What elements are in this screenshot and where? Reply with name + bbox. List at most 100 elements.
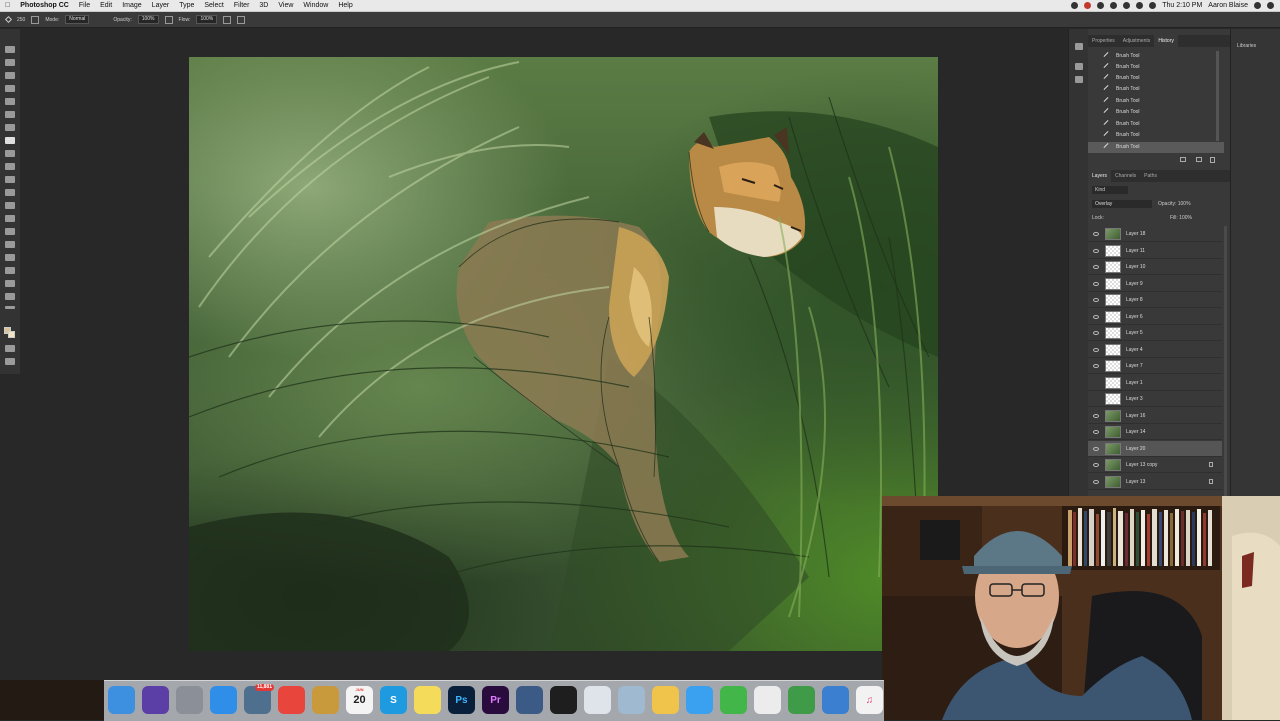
shape-tool-icon[interactable]: [5, 267, 15, 274]
eraser-tool-icon[interactable]: [5, 176, 15, 183]
menu-view[interactable]: View: [273, 0, 298, 11]
tab-layers[interactable]: Layers: [1088, 170, 1112, 182]
layer-row[interactable]: Layer 11: [1088, 243, 1222, 259]
layer-row[interactable]: Layer 4: [1088, 342, 1222, 358]
clock[interactable]: Thu 2:10 PM: [1162, 2, 1202, 9]
history-item[interactable]: Brush Tool: [1088, 62, 1224, 73]
layer-row[interactable]: Layer 7: [1088, 358, 1222, 374]
pressure-size-icon[interactable]: [237, 15, 246, 24]
wifi-icon[interactable]: [1136, 2, 1144, 9]
apple-icon[interactable]: : [0, 0, 15, 11]
itunes-icon[interactable]: ♫: [856, 686, 883, 714]
visibility-eye-icon[interactable]: [1093, 347, 1099, 352]
lasso-tool-icon[interactable]: [5, 72, 15, 79]
path-select-tool-icon[interactable]: [5, 254, 15, 261]
layer-row[interactable]: Layer 14: [1088, 424, 1222, 440]
layer-row[interactable]: Layer 20: [1088, 440, 1222, 457]
layer-row[interactable]: Layer 13 copy: [1088, 457, 1222, 473]
menu-3d[interactable]: 3D: [254, 0, 273, 11]
menu-file[interactable]: File: [74, 0, 95, 11]
user-name[interactable]: Aaron Blaise: [1208, 2, 1248, 9]
background-color-swatch[interactable]: [8, 331, 15, 338]
brush-tool-icon[interactable]: [5, 137, 15, 144]
chrome-icon[interactable]: [278, 686, 305, 714]
battery-icon[interactable]: [1149, 2, 1157, 9]
history-item[interactable]: Brush Tool: [1088, 73, 1224, 84]
camera-app-icon[interactable]: [550, 686, 577, 714]
notification-center-icon[interactable]: [1267, 2, 1274, 9]
image-capture-icon[interactable]: [618, 686, 645, 714]
layer-row[interactable]: Layer 13: [1088, 474, 1222, 490]
menu-type[interactable]: Type: [174, 0, 199, 11]
messages-icon[interactable]: [686, 686, 713, 714]
menu-edit[interactable]: Edit: [95, 0, 117, 11]
layer-row[interactable]: Layer 5: [1088, 325, 1222, 341]
visibility-eye-icon[interactable]: [1093, 430, 1099, 434]
photos-icon[interactable]: [652, 686, 679, 714]
visibility-eye-icon[interactable]: [1093, 232, 1099, 236]
layer-row[interactable]: Layer 16: [1088, 408, 1222, 424]
brush-panel-icon[interactable]: [1075, 63, 1083, 70]
layer-filter-select[interactable]: Kind: [1092, 186, 1128, 194]
layer-row[interactable]: Layer 6: [1088, 309, 1222, 325]
document-canvas[interactable]: [189, 57, 938, 651]
spotlight-icon[interactable]: [1254, 2, 1261, 9]
tab-history[interactable]: History: [1154, 35, 1178, 47]
quick-mask-icon[interactable]: [5, 345, 15, 352]
camera-icon[interactable]: [1196, 157, 1202, 162]
layer-opacity[interactable]: Opacity: 100%: [1158, 200, 1191, 208]
history-item[interactable]: Brush Tool: [1088, 130, 1224, 141]
bluetooth-icon[interactable]: [1123, 2, 1131, 9]
menu-image[interactable]: Image: [117, 0, 146, 11]
tab-paths[interactable]: Paths: [1140, 170, 1161, 182]
brush-panel-icon[interactable]: [31, 15, 40, 24]
adobe-cc-icon[interactable]: [1084, 2, 1092, 9]
layer-row[interactable]: Layer 3: [1088, 391, 1222, 407]
visibility-eye-icon[interactable]: [1093, 314, 1099, 319]
history-item[interactable]: Brush Tool: [1088, 107, 1224, 118]
menu-select[interactable]: Select: [199, 0, 228, 11]
photoshop-icon[interactable]: Ps: [448, 686, 475, 714]
visibility-eye-icon[interactable]: [1093, 479, 1099, 484]
history-item[interactable]: Brush Tool: [1088, 84, 1224, 95]
launchpad-icon[interactable]: [176, 686, 203, 714]
butterfly-app-icon[interactable]: [516, 686, 543, 714]
visibility-eye-icon[interactable]: [1093, 413, 1099, 418]
preview-icon[interactable]: [584, 686, 611, 714]
history-brush-tool-icon[interactable]: [5, 163, 15, 170]
safari-icon[interactable]: [210, 686, 237, 714]
numbers-icon[interactable]: [788, 686, 815, 714]
libraries-tab[interactable]: Libraries: [1237, 43, 1256, 49]
more-tools-icon[interactable]: [5, 306, 15, 309]
marquee-tool-icon[interactable]: [5, 59, 15, 66]
type-tool-icon[interactable]: [5, 241, 15, 248]
blend-mode-select[interactable]: Overlay: [1092, 200, 1152, 208]
tab-adjustments[interactable]: Adjustments: [1119, 35, 1155, 47]
new-snapshot-icon[interactable]: [1180, 157, 1186, 162]
tab-properties[interactable]: Properties: [1088, 35, 1119, 47]
keynote-icon[interactable]: [822, 686, 849, 714]
tab-channels[interactable]: Channels: [1111, 170, 1140, 182]
app-menu[interactable]: Photoshop CC: [15, 0, 74, 11]
layer-row[interactable]: Layer 10: [1088, 259, 1222, 275]
brush-tool-icon[interactable]: [4, 15, 13, 24]
visibility-eye-icon[interactable]: [1093, 463, 1099, 467]
layer-fill[interactable]: Fill: 100%: [1170, 214, 1192, 222]
layer-row[interactable]: Layer 1: [1088, 375, 1222, 391]
crop-tool-icon[interactable]: [5, 98, 15, 105]
menu-window[interactable]: Window: [298, 0, 333, 11]
finder-icon[interactable]: [108, 686, 135, 714]
mode-select[interactable]: Normal: [65, 15, 90, 24]
notes-folder-icon[interactable]: [312, 686, 339, 714]
history-item[interactable]: Brush Tool: [1088, 96, 1224, 107]
visibility-eye-icon[interactable]: [1093, 364, 1099, 368]
layer-row[interactable]: Layer 18: [1088, 226, 1222, 242]
hand-tool-icon[interactable]: [5, 280, 15, 287]
history-item[interactable]: Brush Tool: [1088, 51, 1224, 62]
stickies-icon[interactable]: [414, 686, 441, 714]
visibility-eye-icon[interactable]: [1093, 265, 1099, 269]
flow-field[interactable]: 100%: [196, 15, 218, 24]
dropbox-icon[interactable]: [1097, 2, 1105, 9]
visibility-eye-icon[interactable]: [1093, 298, 1099, 302]
calendar-icon[interactable]: 20 JUN: [346, 686, 373, 714]
